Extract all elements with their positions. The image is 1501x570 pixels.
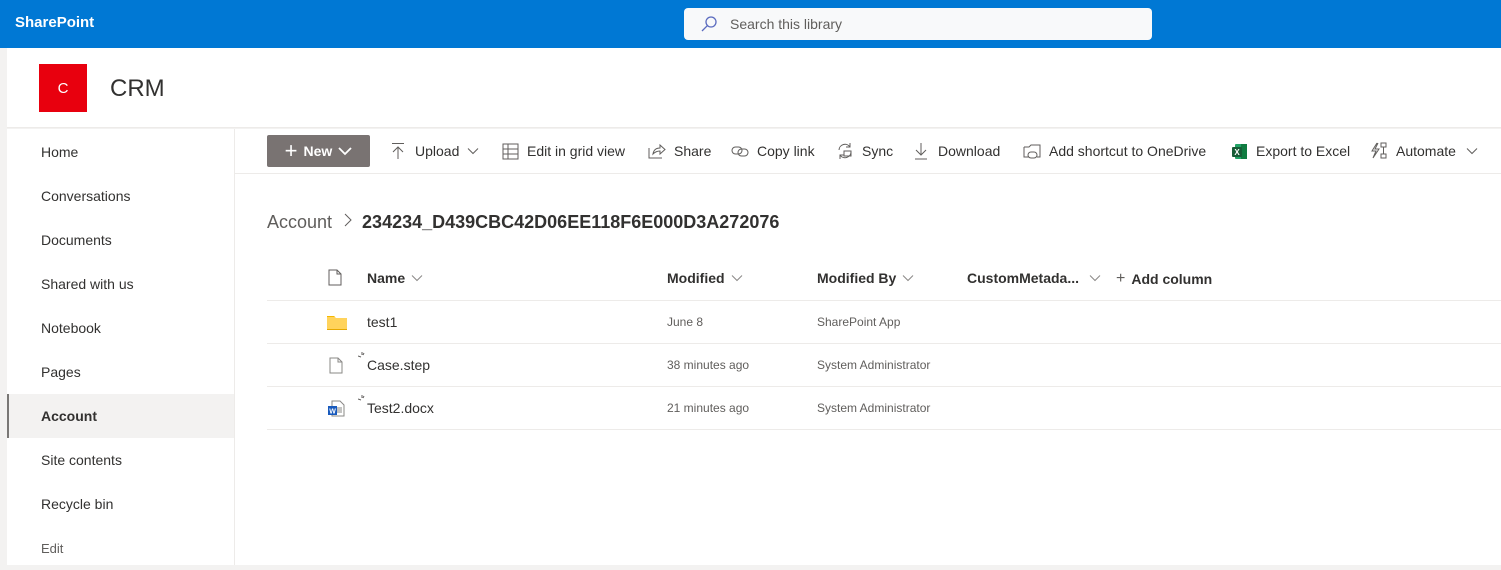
app-name[interactable]: SharePoint (15, 14, 94, 31)
share-label: Share (674, 143, 712, 159)
search-icon (701, 16, 717, 32)
left-navigation: Home Conversations Documents Shared with… (7, 129, 235, 565)
file-type-header-icon[interactable] (328, 269, 342, 286)
grid-icon (501, 142, 519, 160)
item-modified: 21 minutes ago (667, 401, 750, 415)
item-name[interactable]: Test2.docx (367, 400, 434, 416)
column-name-label: Name (367, 270, 406, 286)
item-name-wrap: Test2.docx (358, 387, 434, 429)
shortcut-icon (1023, 142, 1041, 160)
chevron-down-icon (411, 275, 423, 282)
column-header-custom-metadata[interactable]: CustomMetada... (967, 270, 1101, 286)
column-header-modified[interactable]: Modified (667, 270, 743, 286)
nav-item-notebook[interactable]: Notebook (7, 306, 234, 350)
plus-icon: + (1116, 270, 1126, 287)
word-file-icon: W (327, 387, 345, 429)
command-bar: + New Upload Edit in grid view Share Cop… (235, 129, 1501, 174)
chevron-down-icon (731, 275, 742, 282)
item-name-wrap: Case.step (358, 344, 430, 386)
nav-item-conversations[interactable]: Conversations (7, 174, 234, 218)
nav-edit-link[interactable]: Edit (7, 526, 234, 570)
search-box[interactable] (684, 8, 1152, 40)
folder-icon (327, 301, 347, 343)
sync-button[interactable]: Sync (836, 135, 893, 167)
site-logo[interactable]: C (39, 64, 87, 112)
suite-bar: SharePoint (0, 0, 1501, 48)
new-item-icon (358, 352, 365, 358)
site-logo-letter: C (57, 79, 69, 97)
breadcrumb: Account 234234_D439CBC42D06EE118F6E000D3… (267, 212, 779, 233)
site-title[interactable]: CRM (110, 75, 165, 103)
column-custom-label: CustomMetada... (967, 270, 1080, 286)
item-name[interactable]: test1 (367, 301, 397, 343)
generic-file-icon (329, 344, 343, 386)
item-modified-by[interactable]: System Administrator (817, 387, 930, 429)
item-modified-by[interactable]: SharePoint App (817, 301, 900, 343)
download-button[interactable]: Download (912, 135, 1000, 167)
list-header: Name Modified Modified By CustomMetada..… (267, 258, 1501, 301)
item-name[interactable]: Case.step (367, 357, 430, 373)
edit-grid-view-label: Edit in grid view (527, 143, 626, 159)
column-header-name[interactable]: Name (367, 270, 423, 286)
upload-label: Upload (415, 143, 460, 159)
item-modified: 38 minutes ago (667, 358, 750, 372)
svg-text:W: W (329, 408, 336, 415)
download-label: Download (938, 143, 1001, 159)
add-column-button[interactable]: + Add column (1116, 270, 1212, 288)
chevron-down-icon (468, 148, 479, 155)
automate-button[interactable]: Automate (1370, 135, 1478, 167)
column-header-modified-by[interactable]: Modified By (817, 270, 914, 286)
list-row[interactable]: Case.step 38 minutes ago System Administ… (267, 344, 1501, 387)
search-input[interactable] (730, 16, 1130, 32)
excel-icon: X (1230, 142, 1248, 160)
add-shortcut-label: Add shortcut to OneDrive (1049, 143, 1207, 159)
export-to-excel-label: Export to Excel (1256, 143, 1351, 159)
nav-item-site-contents[interactable]: Site contents (7, 438, 234, 482)
automate-label: Automate (1396, 143, 1456, 159)
share-icon (648, 142, 666, 160)
breadcrumb-parent[interactable]: Account (267, 212, 332, 233)
copy-link-button[interactable]: Copy link (731, 135, 815, 167)
item-modified: June 8 (667, 315, 704, 329)
nav-item-recycle-bin[interactable]: Recycle bin (7, 482, 234, 526)
copy-link-label: Copy link (757, 143, 815, 159)
nav-item-documents[interactable]: Documents (7, 218, 234, 262)
svg-text:X: X (1234, 148, 1240, 157)
new-item-icon (358, 395, 365, 401)
nav-item-home[interactable]: Home (7, 130, 234, 174)
export-to-excel-button[interactable]: X Export to Excel (1230, 135, 1350, 167)
chevron-down-icon (338, 147, 352, 156)
chevron-right-icon (344, 213, 352, 232)
sync-icon (836, 142, 854, 160)
nav-item-account[interactable]: Account (7, 394, 234, 438)
sync-label: Sync (862, 143, 894, 159)
list-row[interactable]: W Test2.docx 21 minutes ago System Admin… (267, 387, 1501, 430)
chevron-down-icon (1089, 275, 1101, 282)
nav-item-shared-with-us[interactable]: Shared with us (7, 262, 234, 306)
new-button[interactable]: + New (267, 135, 370, 167)
automate-icon (1370, 142, 1388, 160)
new-label: New (303, 143, 333, 159)
share-button[interactable]: Share (648, 135, 711, 167)
document-list: Name Modified Modified By CustomMetada..… (267, 258, 1501, 430)
column-modified-by-label: Modified By (817, 270, 897, 286)
chevron-down-icon (902, 275, 914, 282)
chevron-down-icon (1466, 148, 1478, 155)
nav-item-pages[interactable]: Pages (7, 350, 234, 394)
site-header: C CRM (7, 48, 1501, 128)
download-icon (912, 142, 930, 160)
edit-grid-view-button[interactable]: Edit in grid view (501, 135, 625, 167)
main-content: + New Upload Edit in grid view Share Cop… (235, 129, 1501, 565)
plus-icon: + (284, 138, 298, 163)
link-icon (731, 142, 749, 160)
list-row[interactable]: test1 June 8 SharePoint App (267, 301, 1501, 344)
breadcrumb-current: 234234_D439CBC42D06EE118F6E000D3A272076 (362, 212, 780, 232)
upload-icon (389, 142, 407, 160)
upload-button[interactable]: Upload (389, 135, 479, 167)
add-column-label: Add column (1131, 271, 1213, 287)
column-modified-label: Modified (667, 270, 725, 286)
add-shortcut-onedrive-button[interactable]: Add shortcut to OneDrive (1023, 135, 1206, 167)
item-modified-by[interactable]: System Administrator (817, 344, 930, 386)
